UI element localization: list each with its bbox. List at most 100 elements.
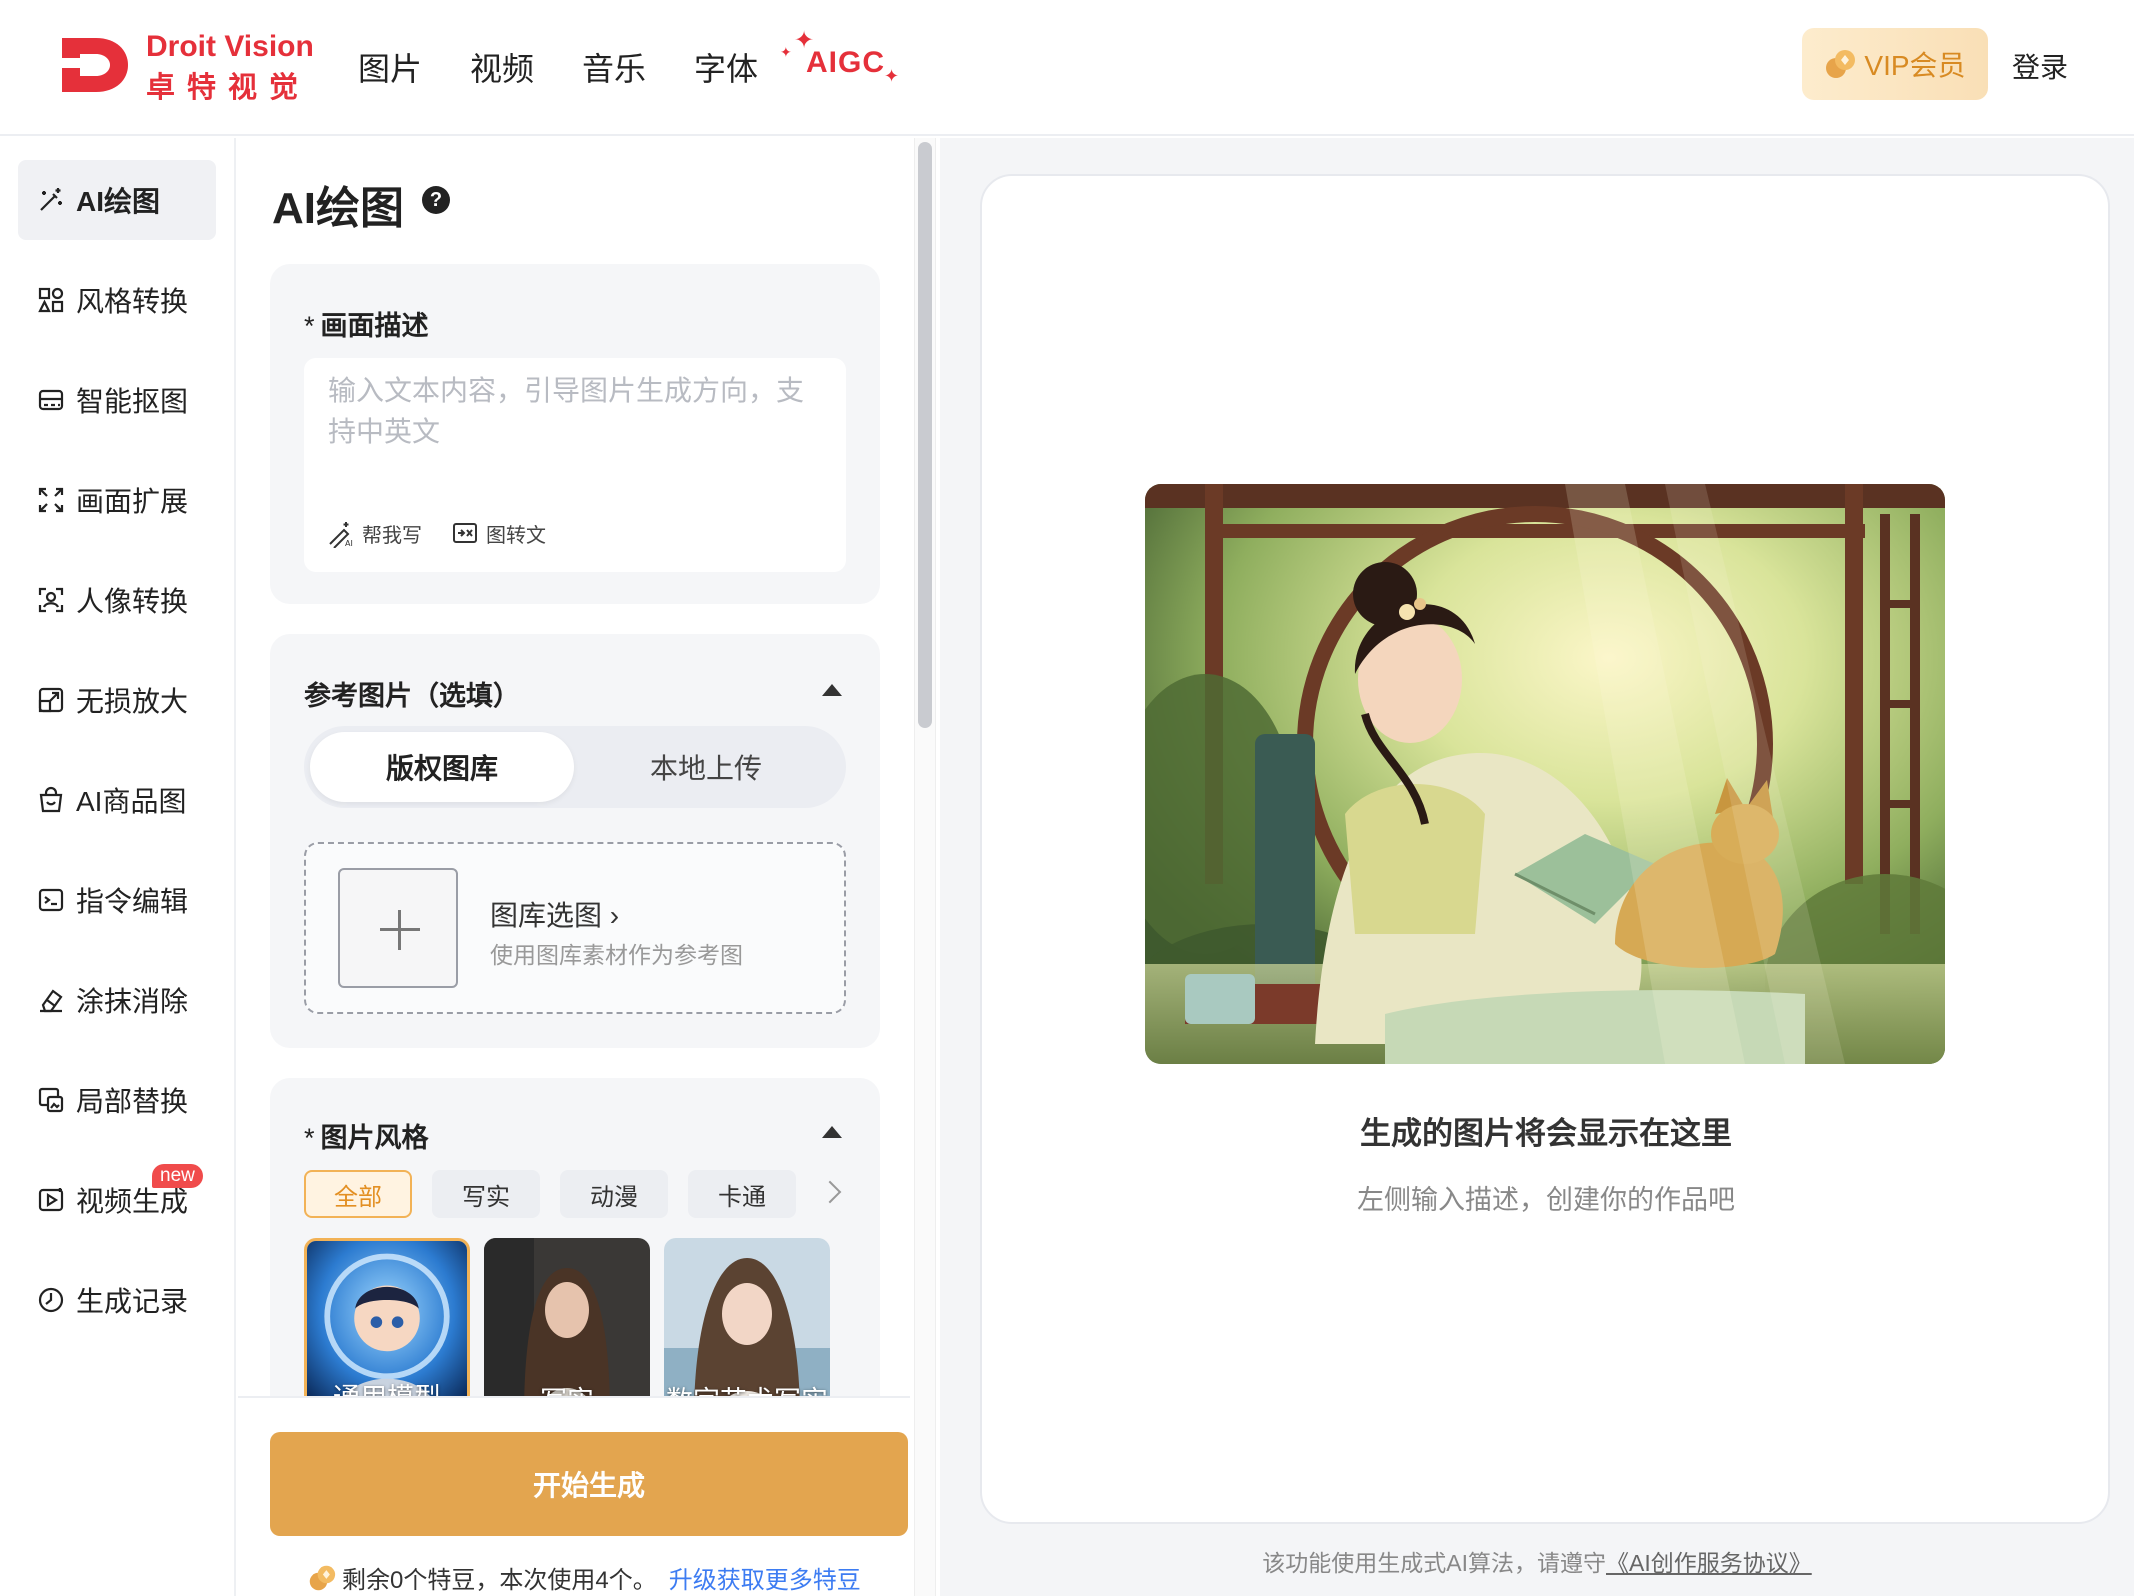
eraser-icon bbox=[40, 989, 63, 1013]
ai-write-icon: AI bbox=[329, 522, 353, 548]
sidebar-item-label: 人像转换 bbox=[76, 586, 189, 617]
sparkle-small-icon: ✦ bbox=[780, 44, 792, 60]
upscale-icon bbox=[38, 687, 64, 713]
help-icon[interactable]: ? bbox=[422, 186, 450, 214]
coin-icon bbox=[309, 1565, 336, 1590]
sidebar-item-smart-cutout[interactable]: 智能抠图 bbox=[18, 360, 216, 440]
ai-drawing-form-panel: AI绘图 ? * 画面描述 输入文本内容，引导图片生成方向，支持中英文 AI 帮我… bbox=[238, 138, 910, 1596]
video-play-icon bbox=[38, 1188, 64, 1212]
library-pick-title: 图库选图 › bbox=[490, 894, 619, 934]
sidebar-item-portrait-convert[interactable]: 人像转换 bbox=[18, 560, 216, 640]
nav-videos[interactable]: 视频 bbox=[470, 44, 534, 90]
collapse-caret-icon[interactable] bbox=[822, 684, 842, 696]
tab-local-upload[interactable]: 本地上传 bbox=[574, 732, 838, 802]
preview-empty-subtitle: 左侧输入描述，创建你的作品吧 bbox=[1357, 1185, 1735, 1215]
collapse-caret-icon[interactable] bbox=[822, 1126, 842, 1138]
grid-style-icon bbox=[38, 287, 64, 313]
sidebar-item-label: 涂抹消除 bbox=[76, 986, 189, 1017]
portrait-scan-icon bbox=[38, 587, 64, 613]
cutout-icon bbox=[38, 389, 64, 411]
style-tab-all[interactable]: 全部 bbox=[304, 1170, 412, 1218]
sidebar-item-video-generate[interactable]: 视频生成 new bbox=[18, 1160, 216, 1240]
svg-text:AI: AI bbox=[345, 539, 353, 548]
sidebar-item-label: AI商品图 bbox=[76, 786, 187, 817]
sidebar-item-style-transfer[interactable]: 风格转换 bbox=[18, 260, 216, 340]
sidebar-item-ai-product[interactable]: AI商品图 bbox=[18, 760, 216, 840]
upgrade-link[interactable]: 升级获取更多特豆 bbox=[669, 1560, 861, 1595]
image-to-text-label: 图转文 bbox=[486, 524, 546, 547]
reference-source-toggle: 版权图库 本地上传 bbox=[304, 726, 846, 808]
image-to-text-button[interactable]: 图转文 bbox=[450, 518, 546, 548]
description-placeholder: 输入文本内容，引导图片生成方向，支持中英文 bbox=[328, 375, 805, 447]
help-me-write-label: 帮我写 bbox=[362, 524, 422, 547]
style-label-text: 图片风格 bbox=[320, 1123, 429, 1153]
top-header: Droit Vision 卓特视觉 图片 视频 音乐 字体 ✦ ✦ AIGC ✦… bbox=[0, 0, 2134, 136]
page-title: AI绘图 bbox=[272, 184, 404, 233]
preview-empty-title: 生成的图片将会显示在这里 bbox=[1360, 1116, 1732, 1151]
style-thumb-realistic[interactable]: 写实 bbox=[484, 1238, 650, 1418]
sidebar-item-label: 局部替换 bbox=[76, 1086, 189, 1117]
sidebar-item-smear-erase[interactable]: 涂抹消除 bbox=[18, 960, 216, 1040]
description-input[interactable]: 输入文本内容，引导图片生成方向，支持中英文 AI 帮我写 图转文 bbox=[304, 358, 846, 572]
reference-label: 参考图片（选填） bbox=[304, 681, 520, 711]
logo-mark-icon bbox=[62, 38, 128, 92]
style-tab-anime[interactable]: 动漫 bbox=[560, 1170, 668, 1218]
sidebar-item-label: AI绘图 bbox=[76, 186, 161, 217]
service-agreement-link[interactable]: 《AI创作服务协议》 bbox=[1606, 1550, 1812, 1576]
sidebar-item-local-replace[interactable]: 局部替换 bbox=[18, 1060, 216, 1140]
chevron-right-icon[interactable] bbox=[818, 1180, 842, 1204]
image-to-text-icon bbox=[453, 523, 477, 543]
coin-icon bbox=[1826, 50, 1856, 78]
sample-illustration-image bbox=[1145, 484, 1945, 1064]
required-mark: * bbox=[304, 1123, 315, 1153]
sidebar-item-label: 画面扩展 bbox=[76, 486, 189, 517]
login-link[interactable]: 登录 bbox=[2012, 46, 2068, 86]
style-thumb-digital-art[interactable]: 数字艺术写实 bbox=[664, 1238, 830, 1418]
chevron-right-icon: › bbox=[609, 900, 620, 931]
nav-aigc-label: AIGC bbox=[806, 46, 885, 79]
description-label: * 画面描述 bbox=[304, 304, 429, 343]
brand-logo[interactable]: Droit Vision 卓特视觉 bbox=[58, 30, 318, 104]
sidebar-item-canvas-expand[interactable]: 画面扩展 bbox=[18, 460, 216, 540]
tab-copyright-library[interactable]: 版权图库 bbox=[310, 732, 574, 802]
credit-quota: 剩余0个特豆，本次使用4个。 升级获取更多特豆 bbox=[308, 1560, 861, 1595]
sidebar-item-label: 风格转换 bbox=[76, 286, 189, 317]
style-tab-realistic[interactable]: 写实 bbox=[432, 1170, 540, 1218]
generate-action-bar: 开始生成 剩余0个特豆，本次使用4个。 升级获取更多特豆 bbox=[238, 1396, 910, 1596]
library-pick-zone[interactable]: 图库选图 › 使用图库素材作为参考图 bbox=[304, 842, 846, 1014]
image-replace-icon bbox=[38, 1087, 64, 1113]
help-me-write-button[interactable]: AI 帮我写 bbox=[326, 518, 422, 548]
style-tab-cartoon[interactable]: 卡通 bbox=[688, 1170, 796, 1218]
magic-wand-icon bbox=[40, 188, 62, 211]
logo-text-cn: 卓特视觉 bbox=[146, 72, 311, 104]
logo-text-en: Droit Vision bbox=[146, 30, 314, 63]
style-thumb-general[interactable]: 通用模型 bbox=[304, 1238, 470, 1418]
nav-aigc[interactable]: ✦ ✦ AIGC ✦ bbox=[780, 26, 906, 96]
sidebar-item-lossless-upscale[interactable]: 无损放大 bbox=[18, 660, 216, 740]
ai-disclaimer: 该功能使用生成式AI算法，请遵守《AI创作服务协议》 bbox=[940, 1544, 2134, 1578]
description-card: * 画面描述 输入文本内容，引导图片生成方向，支持中英文 AI 帮我写 图转文 bbox=[270, 264, 880, 604]
description-label-text: 画面描述 bbox=[320, 311, 429, 341]
nav-fonts[interactable]: 字体 bbox=[694, 44, 758, 90]
clock-icon bbox=[38, 1287, 64, 1313]
terminal-icon bbox=[38, 888, 64, 912]
ai-disclaimer-text: 该功能使用生成式AI算法，请遵守 bbox=[1262, 1550, 1606, 1576]
sidebar-item-ai-drawing[interactable]: AI绘图 bbox=[18, 160, 216, 240]
quota-text: 剩余0个特豆，本次使用4个。 bbox=[342, 1567, 657, 1594]
sidebar-item-label: 无损放大 bbox=[76, 686, 189, 717]
new-badge: new bbox=[152, 1164, 203, 1188]
sidebar-item-label: 生成记录 bbox=[76, 1286, 189, 1317]
sidebar-item-instruction-edit[interactable]: 指令编辑 bbox=[18, 860, 216, 940]
vip-label: VIP会员 bbox=[1864, 50, 1966, 81]
reference-image-card: 参考图片（选填） 版权图库 本地上传 图库选图 › 使用图库素材作为参考图 bbox=[270, 634, 880, 1048]
panel-scrollbar[interactable] bbox=[918, 142, 932, 728]
start-generate-button[interactable]: 开始生成 bbox=[270, 1432, 908, 1536]
library-pick-title-text: 图库选图 bbox=[490, 900, 603, 931]
nav-music[interactable]: 音乐 bbox=[582, 44, 646, 90]
sidebar-item-history[interactable]: 生成记录 bbox=[18, 1260, 216, 1340]
nav-images[interactable]: 图片 bbox=[358, 44, 422, 90]
tool-sidebar: AI绘图 风格转换 智能抠图 画面扩展 人像转换 无损放大 AI商品图 指令编辑… bbox=[0, 138, 236, 1596]
plus-icon bbox=[338, 868, 458, 988]
vip-member-button[interactable]: VIP会员 bbox=[1802, 28, 1988, 100]
required-mark: * bbox=[304, 311, 315, 341]
